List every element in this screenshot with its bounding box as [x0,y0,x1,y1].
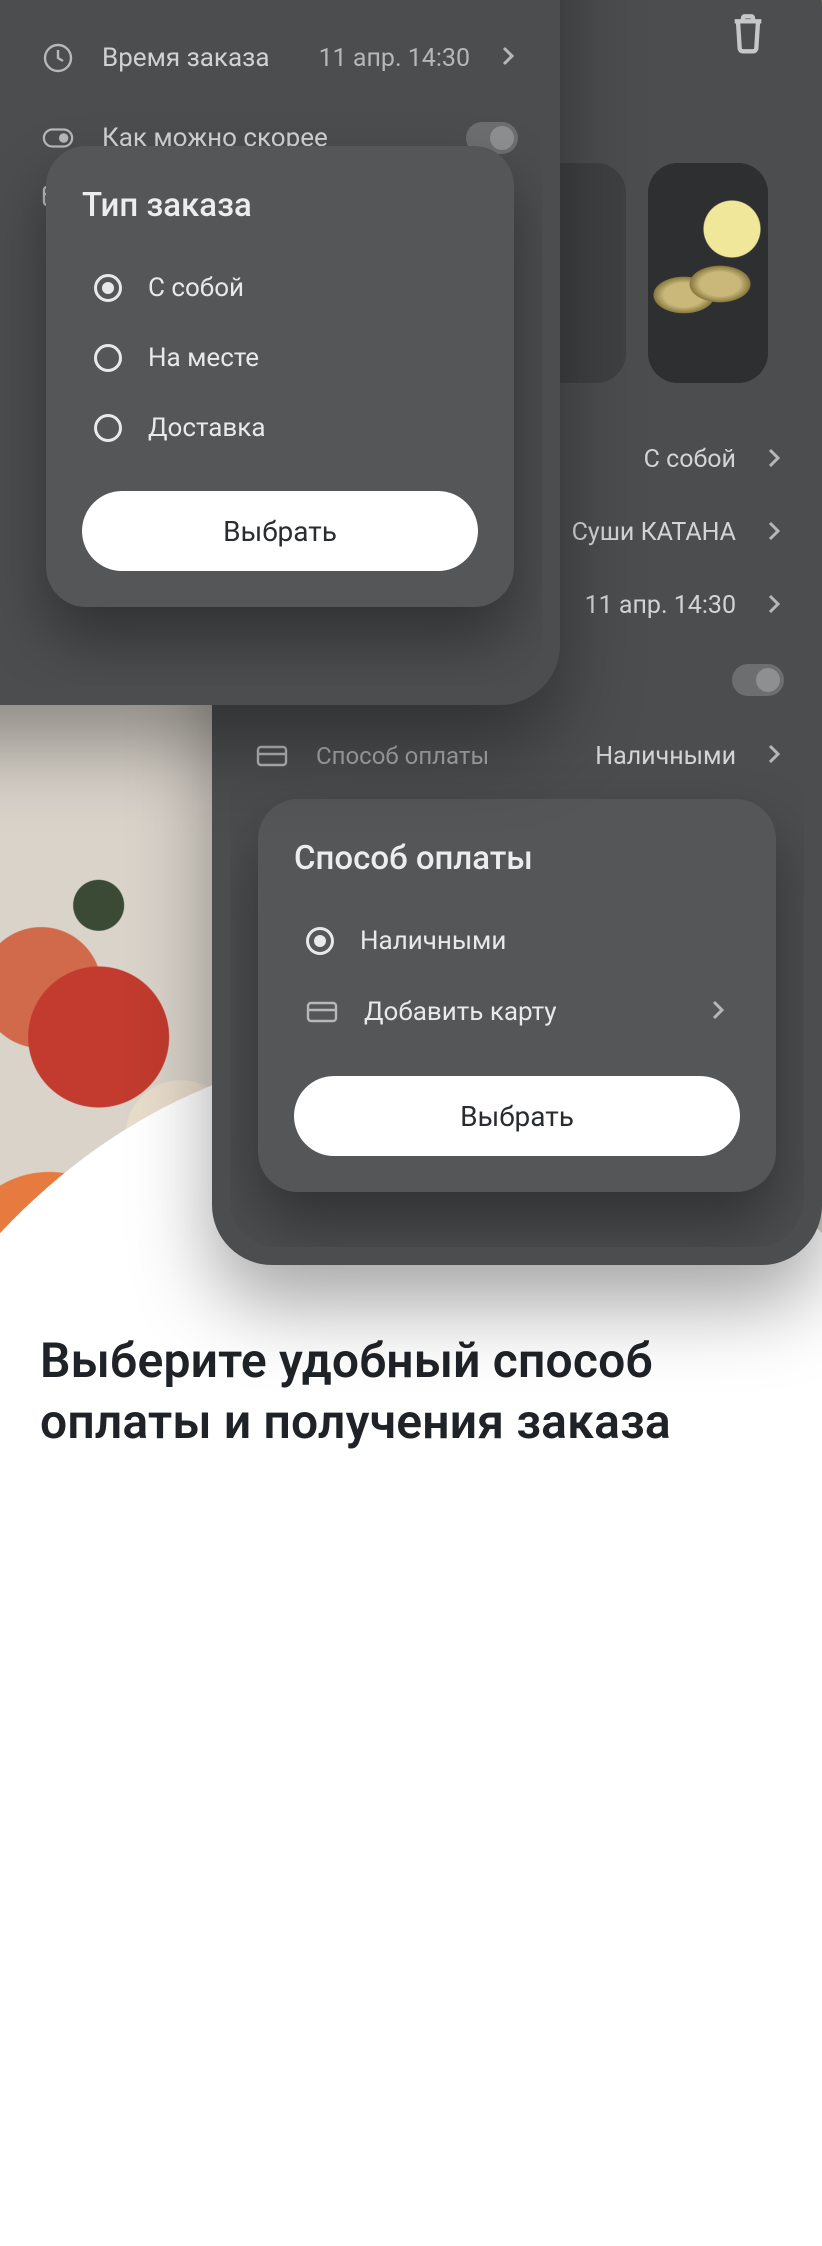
option-label: Добавить карту [364,997,682,1027]
row-label: Способ оплаты [316,742,567,770]
payment-method-modal: Способ оплаты Наличными Добавить карту В… [258,799,776,1192]
order-type-modal: Тип заказа С собой На месте Доставка Выб… [46,146,514,607]
row-value: Наличными [595,742,736,771]
option-add-card[interactable]: Добавить карту [294,976,740,1048]
select-button[interactable]: Выбрать [294,1076,740,1156]
radio-icon [94,344,122,372]
trash-icon[interactable] [728,11,768,55]
chevron-right-icon [764,519,784,547]
row-value: С собой [644,445,736,474]
chevron-right-icon [498,43,518,73]
chevron-right-icon [764,592,784,620]
chevron-right-icon [764,446,784,474]
option-cash[interactable]: Наличными [294,906,740,976]
radio-icon [94,414,122,442]
clock-icon [42,42,74,74]
card-icon [306,996,338,1028]
chevron-right-icon [764,742,784,770]
card-icon [256,740,288,772]
modal-title: Тип заказа [82,186,478,225]
option-label: На месте [148,343,259,373]
select-button[interactable]: Выбрать [82,491,478,571]
row-value: 11 апр. 14:30 [585,591,736,620]
chevron-right-icon [708,997,728,1027]
option-takeaway[interactable]: С собой [82,253,478,323]
option-delivery[interactable]: Доставка [82,393,478,463]
promo-headline: Выберите удобный способ оплаты и получен… [40,1330,782,1453]
option-label: С собой [148,273,244,303]
option-label: Наличными [360,926,506,956]
toggle-icon[interactable] [732,664,784,696]
product-card-mussels[interactable] [648,163,768,383]
phone-mock-front: Время заказа 11 апр. 14:30 Как можно ско… [0,0,560,705]
row-value: Суши КАТАНА [572,518,736,547]
row-label: Время заказа [102,43,291,73]
option-dinein[interactable]: На месте [82,323,478,393]
modal-title: Способ оплаты [294,839,740,878]
row-order-time[interactable]: Время заказа 11 апр. 14:30 [18,18,542,98]
radio-selected-icon [306,927,334,955]
option-label: Доставка [148,413,266,443]
radio-selected-icon [94,274,122,302]
row-value: 11 апр. 14:30 [319,44,470,73]
mussels-thumb [648,163,768,383]
row-payment[interactable]: Способ оплаты Наличными [230,718,804,794]
